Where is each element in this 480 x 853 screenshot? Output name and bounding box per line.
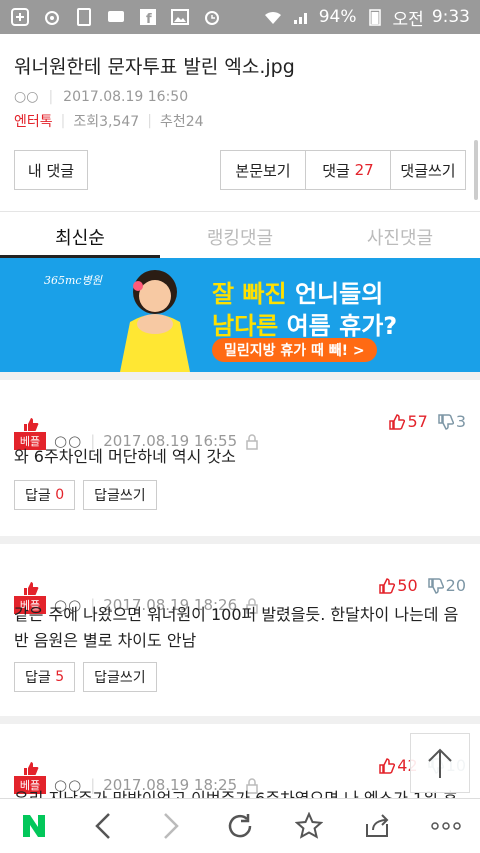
tab-photo[interactable]: 사진댓글 bbox=[320, 212, 480, 258]
thumbs-up-icon bbox=[379, 757, 396, 774]
share-button[interactable] bbox=[357, 806, 397, 846]
post-author[interactable]: ○○ bbox=[14, 89, 38, 105]
reply-button[interactable]: 답글 0 bbox=[14, 480, 76, 510]
clock-time: 9:33 bbox=[431, 7, 470, 27]
signal-icon bbox=[291, 7, 311, 27]
scroll-top-button[interactable] bbox=[410, 733, 470, 793]
clock-ampm: 오전 bbox=[392, 9, 424, 30]
ad-character-illustration bbox=[120, 270, 190, 372]
back-icon bbox=[95, 813, 110, 839]
ad-cta-button[interactable]: 밀린지방 휴가 때 빼! > bbox=[212, 338, 377, 362]
my-comments-button[interactable]: 내 댓글 bbox=[14, 150, 88, 190]
comment-actions: 답글 0 답글쓰기 bbox=[14, 480, 157, 510]
write-reply-button[interactable]: 답글쓰기 bbox=[83, 480, 157, 510]
recommend-stat: 추천24 bbox=[160, 111, 204, 131]
alarm-icon bbox=[202, 7, 222, 27]
more-icon bbox=[430, 822, 461, 830]
recommend-count: 24 bbox=[185, 114, 204, 130]
comment-actions: 답글 5 답글쓰기 bbox=[14, 662, 157, 692]
thumbs-down-icon bbox=[427, 577, 444, 594]
naver-n-icon bbox=[23, 815, 46, 837]
comment-text: 같은 주에 나왔으면 워너원이 100퍼 발렸을듯. 한달차이 나는데 음반 음… bbox=[14, 605, 459, 650]
svg-text:f: f bbox=[146, 12, 152, 26]
upvote-button[interactable]: 50 bbox=[379, 576, 418, 595]
reply-button[interactable]: 답글 5 bbox=[14, 662, 76, 692]
message-icon bbox=[106, 7, 126, 27]
upvote-button[interactable]: 57 bbox=[389, 412, 428, 431]
ad-headline-2: 남다른 여름 휴가? bbox=[212, 312, 398, 340]
forward-button[interactable] bbox=[151, 806, 191, 846]
status-bar: f 94% 오전 9:33 bbox=[0, 0, 480, 34]
comments-label: 댓글 bbox=[322, 161, 350, 180]
view-post-button[interactable]: 본문보기 bbox=[220, 150, 306, 190]
thumbs-up-icon bbox=[24, 762, 39, 775]
comment-tabs: 최신순 랭킹댓글 사진댓글 bbox=[0, 211, 480, 258]
post-header: 워너원한테 문자투표 발린 엑소.jpg ○○ | 2017.08.19 16:… bbox=[0, 34, 480, 134]
thumbs-up-icon bbox=[24, 582, 39, 595]
share-icon bbox=[366, 814, 389, 837]
camera-icon bbox=[42, 7, 62, 27]
comment-item: 베플 ○○ | 2017.08.19 18:25 42 10 우리 지난주가 막… bbox=[0, 724, 480, 808]
naver-home-button[interactable] bbox=[14, 806, 54, 846]
comment-votes: 50 20 bbox=[379, 576, 466, 595]
more-button[interactable] bbox=[426, 806, 466, 846]
comments-count: 27 bbox=[354, 161, 374, 179]
write-comment-button[interactable]: 댓글쓰기 bbox=[390, 150, 466, 190]
comment-item: 베플 ○○ | 2017.08.19 18:26 50 20 같은 주에 나왔으… bbox=[0, 544, 480, 724]
post-category[interactable]: 엔터톡 bbox=[14, 111, 53, 131]
browser-toolbar bbox=[0, 798, 480, 853]
comment-button-row: 내 댓글 본문보기 댓글 27 댓글쓰기 bbox=[14, 150, 466, 190]
refresh-icon bbox=[228, 814, 252, 838]
scrollbar[interactable] bbox=[474, 140, 478, 200]
divider: | bbox=[147, 113, 152, 129]
tab-ranking[interactable]: 랭킹댓글 bbox=[160, 212, 320, 258]
back-button[interactable] bbox=[83, 806, 123, 846]
refresh-button[interactable] bbox=[220, 806, 260, 846]
divider: | bbox=[60, 113, 66, 129]
post-title: 워너원한테 문자투표 발린 엑소.jpg bbox=[14, 56, 295, 78]
views-stat: 조회3,547 bbox=[73, 111, 139, 131]
write-reply-button[interactable]: 답글쓰기 bbox=[83, 662, 157, 692]
thumbs-up-icon bbox=[24, 418, 39, 431]
ad-brand: 365mc병원 bbox=[44, 274, 102, 287]
battery-icon bbox=[365, 7, 385, 27]
battery-level: 94% bbox=[318, 7, 357, 27]
add-icon bbox=[10, 7, 30, 27]
file-icon bbox=[74, 7, 94, 27]
thumbs-up-icon bbox=[389, 413, 406, 430]
downvote-button[interactable]: 20 bbox=[427, 576, 466, 595]
forward-icon bbox=[164, 813, 180, 839]
ad-banner[interactable]: 365mc병원 잘 빠진 언니들의 남다른 여름 휴가? 밀린지방 휴가 때 빼… bbox=[0, 258, 480, 372]
facebook-icon: f bbox=[138, 7, 158, 27]
tab-latest[interactable]: 최신순 bbox=[0, 212, 160, 258]
thumbs-down-icon bbox=[438, 413, 454, 430]
image-icon bbox=[170, 7, 190, 27]
thumbs-up-icon bbox=[379, 577, 396, 594]
comments-button[interactable]: 댓글 27 bbox=[305, 150, 391, 190]
section-divider bbox=[0, 372, 480, 380]
views-label: 조회 bbox=[73, 114, 100, 130]
scroll-top-icon bbox=[428, 748, 452, 778]
post-stats: 엔터톡 | 조회3,547 | 추천24 bbox=[14, 111, 466, 131]
comment-text: 와 6주차인데 머단하네 역시 갓소 bbox=[14, 447, 236, 466]
downvote-button[interactable]: 3 bbox=[438, 412, 466, 431]
post-meta: ○○ | 2017.08.19 16:50 bbox=[14, 89, 466, 105]
wifi-icon bbox=[263, 7, 283, 27]
recommend-label: 추천 bbox=[159, 114, 186, 130]
star-icon bbox=[294, 812, 323, 839]
divider: | bbox=[48, 89, 54, 105]
post-datetime: 2017.08.19 16:50 bbox=[63, 89, 189, 105]
comment-item: 베플 ○○ | 2017.08.19 16:55 57 3 와 6주차인데 머단… bbox=[0, 380, 480, 544]
bookmark-button[interactable] bbox=[289, 806, 329, 846]
ad-headline-1: 잘 빠진 언니들의 bbox=[212, 280, 384, 308]
views-count: 3,547 bbox=[99, 114, 140, 130]
comment-votes: 57 3 bbox=[389, 412, 466, 431]
